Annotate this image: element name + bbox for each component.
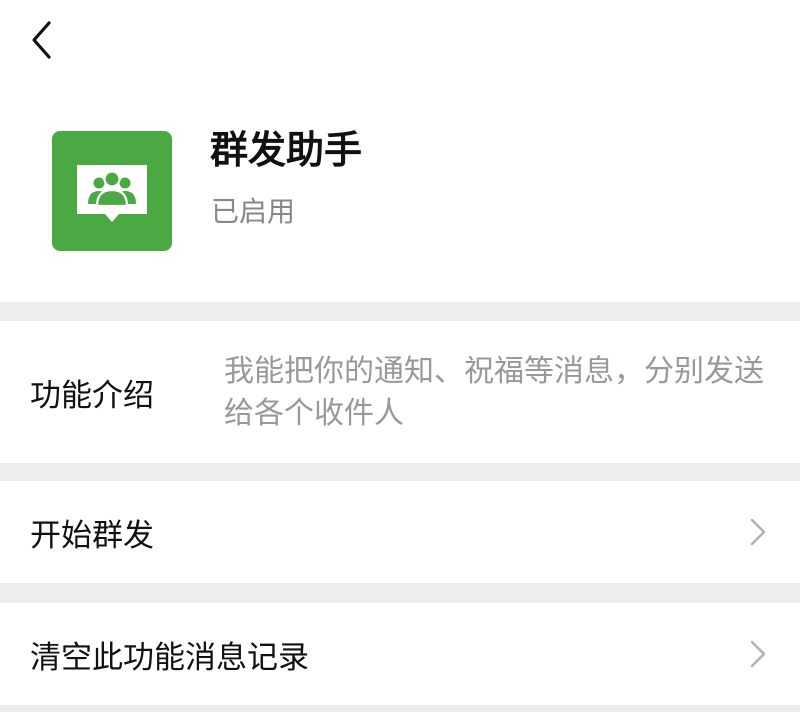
app-name: 群发助手 (210, 128, 363, 172)
start-broadcast-label: 开始群发 (30, 517, 154, 554)
back-button[interactable] (22, 18, 62, 62)
clear-records-button[interactable]: 清空此功能消息记录 (0, 603, 800, 705)
chevron-left-icon (32, 21, 51, 59)
clear-records-label: 清空此功能消息记录 (30, 639, 309, 676)
app-status: 已启用 (211, 195, 296, 228)
chevron-right-icon (750, 603, 766, 705)
feature-intro-section: 功能介绍 我能把你的通知、祝福等消息，分别发送给各个收件人 (0, 321, 800, 463)
feature-intro-description: 我能把你的通知、祝福等消息，分别发送给各个收件人 (224, 354, 764, 431)
feature-intro-label: 功能介绍 (30, 377, 154, 414)
chevron-right-icon (750, 481, 766, 583)
start-broadcast-button[interactable]: 开始群发 (0, 481, 800, 583)
group-broadcast-icon (52, 131, 172, 251)
profile-header: 群发助手 已启用 (0, 0, 800, 302)
